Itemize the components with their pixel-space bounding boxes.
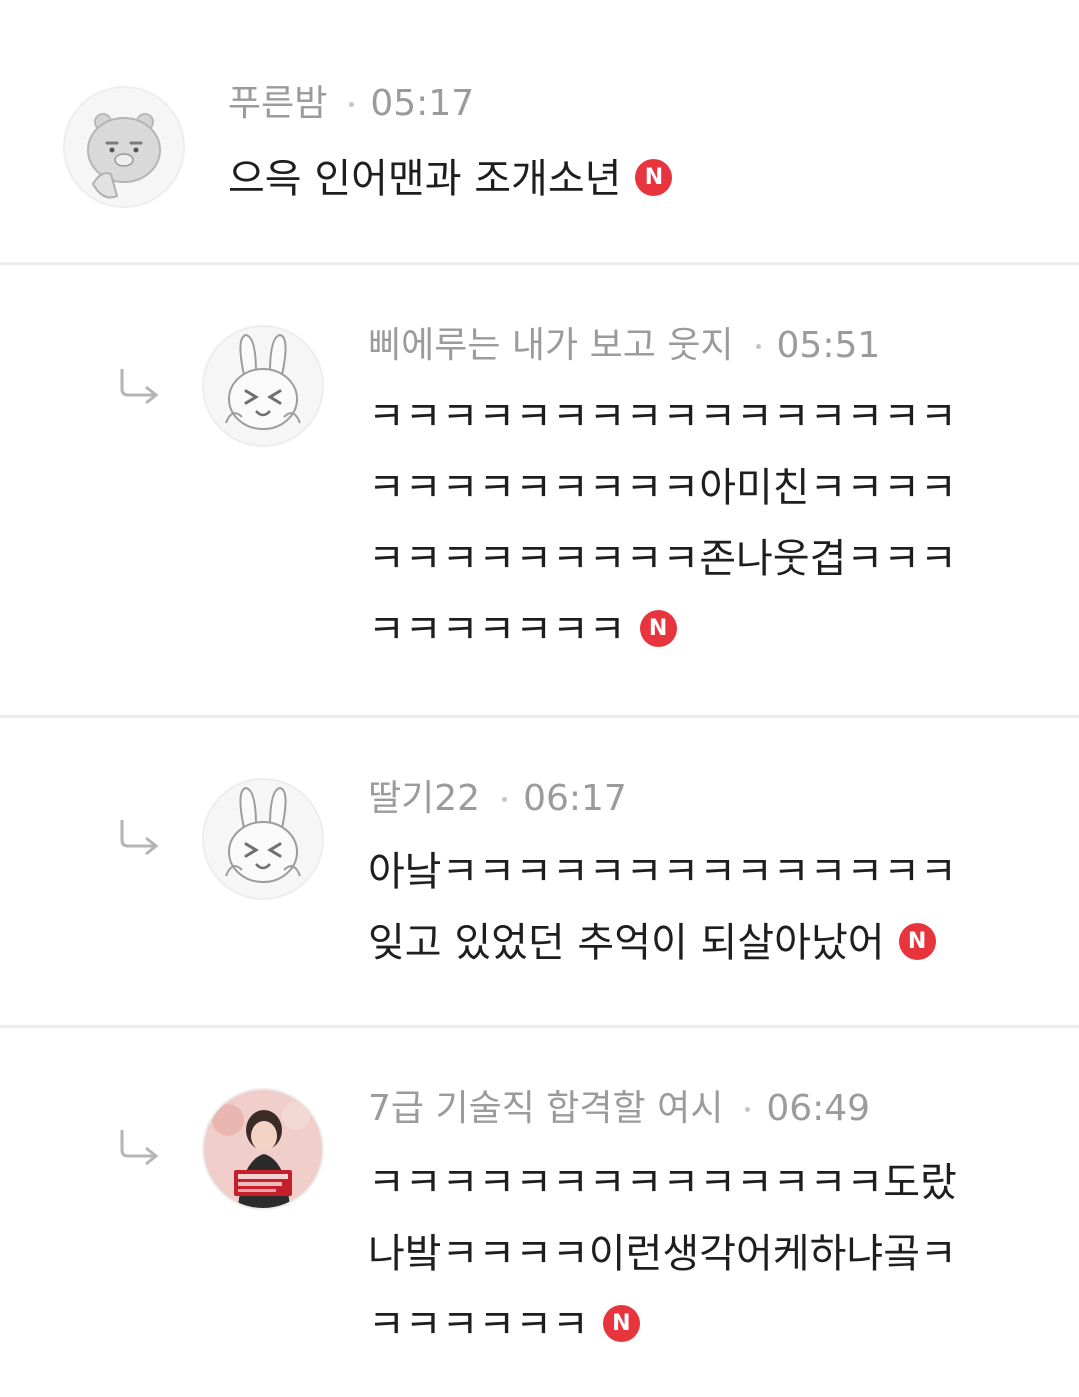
comment-item: 삐에루는 내가 보고 웃지 05:51 ㅋㅋㅋㅋㅋㅋㅋㅋㅋㅋㅋㅋㅋㅋㅋㅋ ㅋㅋㅋ… <box>0 265 1079 715</box>
comment-line: ㅋㅋㅋㅋㅋㅋㅋㅋㅋㅋㅋㅋㅋㅋ도랐 <box>368 1160 957 1206</box>
comment-text: ㅋㅋㅋㅋㅋㅋㅋㅋㅋㅋㅋㅋㅋㅋ도랐 나밬ㅋㅋㅋㅋ이런생각어케하냐곸ㅋ ㅋㅋㅋㅋㅋㅋ… <box>368 1148 957 1361</box>
new-badge: N <box>635 158 673 196</box>
separator-dot <box>502 796 508 802</box>
photo-avatar-icon <box>204 1090 322 1208</box>
comment-line: ㅋㅋㅋㅋㅋㅋㅋㅋㅋㅋㅋㅋㅋㅋㅋㅋ <box>368 394 957 440</box>
avatar[interactable] <box>202 1088 324 1210</box>
avatar[interactable] <box>63 86 185 208</box>
comment-item: 딸기22 06:17 아낰ㅋㅋㅋㅋㅋㅋㅋㅋㅋㅋㅋㅋㅋㅋ 잊고 있었던 추억이 되… <box>0 718 1079 1025</box>
avatar[interactable] <box>202 778 324 900</box>
reply-arrow-icon <box>120 1130 159 1166</box>
comment-time: 06:49 <box>766 1088 871 1129</box>
comment-line: 으윽 인어맨과 조개소년 N <box>228 144 673 215</box>
comment-time: 06:17 <box>523 778 627 819</box>
comment-line: ㅋㅋㅋㅋㅋㅋㅋㅋㅋ존나웃겹ㅋㅋㅋ <box>368 536 957 582</box>
comment-item: 푸른밤 05:17 으윽 인어맨과 조개소년 N <box>0 0 1079 262</box>
comment-meta: 7급 기술직 합격할 여시 06:49 <box>368 1087 870 1131</box>
bunny-character-icon <box>225 333 301 430</box>
new-badge: N <box>639 609 677 647</box>
comment-text: 아낰ㅋㅋㅋㅋㅋㅋㅋㅋㅋㅋㅋㅋㅋㅋ 잊고 있었던 추억이 되살아났어 N <box>368 837 957 979</box>
comment-meta: 딸기22 06:17 <box>368 777 627 821</box>
separator-dot <box>755 343 761 349</box>
comment-line: ㅋㅋㅋㅋㅋㅋ N <box>368 1290 957 1361</box>
author-name[interactable]: 딸기22 <box>368 777 480 821</box>
avatar[interactable] <box>202 325 324 447</box>
bunny-character-icon <box>225 786 301 883</box>
comment-line: ㅋㅋㅋㅋㅋㅋㅋㅋㅋ아미친ㅋㅋㅋㅋ <box>368 465 957 511</box>
separator-dot <box>349 101 355 107</box>
new-badge: N <box>602 1304 640 1342</box>
reply-arrow-icon <box>120 820 159 856</box>
author-name[interactable]: 삐에루는 내가 보고 웃지 <box>368 324 734 368</box>
reply-arrow-icon <box>120 369 159 405</box>
ryan-character-icon <box>87 113 161 199</box>
comment-text: ㅋㅋㅋㅋㅋㅋㅋㅋㅋㅋㅋㅋㅋㅋㅋㅋ ㅋㅋㅋㅋㅋㅋㅋㅋㅋ아미친ㅋㅋㅋㅋ ㅋㅋㅋㅋㅋㅋ… <box>368 382 957 666</box>
comment-line: 나밬ㅋㅋㅋㅋ이런생각어케하냐곸ㅋ <box>368 1231 957 1277</box>
comment-time: 05:51 <box>776 325 881 366</box>
comment-time: 05:17 <box>370 83 475 124</box>
new-badge: N <box>898 922 936 960</box>
comment-text: 으윽 인어맨과 조개소년 N <box>228 144 673 215</box>
comment-meta: 삐에루는 내가 보고 웃지 05:51 <box>368 324 880 368</box>
comment-line: 잊고 있었던 추억이 되살아났어 N <box>368 908 957 979</box>
author-name[interactable]: 7급 기술직 합격할 여시 <box>368 1087 723 1131</box>
separator-dot <box>745 1106 751 1112</box>
comment-meta: 푸른밤 05:17 <box>228 82 474 126</box>
comment-item: 7급 기술직 합격할 여시 06:49 ㅋㅋㅋㅋㅋㅋㅋㅋㅋㅋㅋㅋㅋㅋ도랐 나밬ㅋ… <box>0 1028 1079 1397</box>
comment-line: ㅋㅋㅋㅋㅋㅋㅋ N <box>368 595 957 666</box>
author-name[interactable]: 푸른밤 <box>228 82 327 126</box>
comment-line: 아낰ㅋㅋㅋㅋㅋㅋㅋㅋㅋㅋㅋㅋㅋㅋ <box>368 849 957 895</box>
